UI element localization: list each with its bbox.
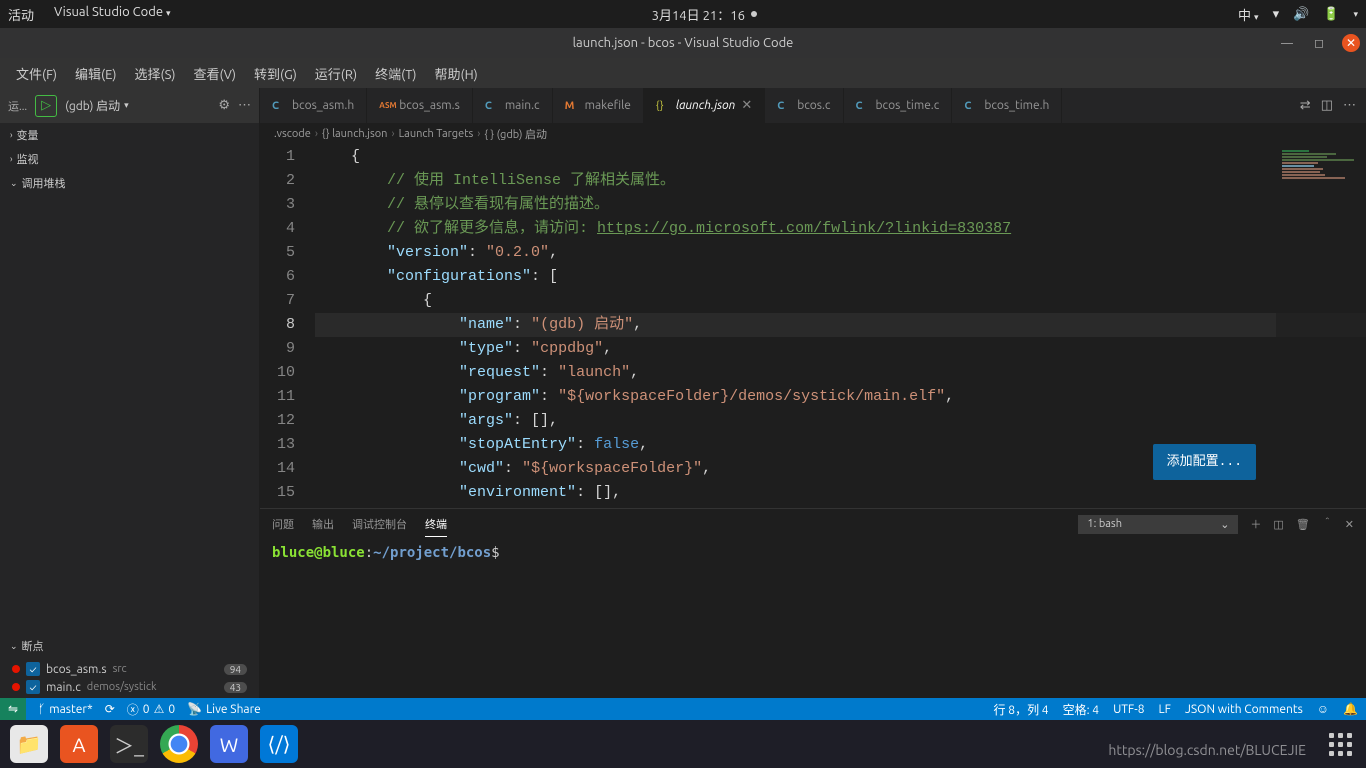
editor-area: Cbcos_asm.hASMbcos_asm.sCmain.cMmakefile… <box>260 88 1366 698</box>
chrome-icon[interactable] <box>160 725 198 763</box>
compare-changes-icon[interactable]: ⇄ <box>1300 98 1311 113</box>
feedback-icon[interactable]: ☺ <box>1317 701 1329 718</box>
git-branch[interactable]: ᚶ master* <box>38 703 93 716</box>
menu-bar: 文件(F)编辑(E)选择(S)查看(V)转到(G)运行(R)终端(T)帮助(H) <box>0 58 1366 88</box>
start-debug-button[interactable]: ▷ <box>35 95 57 117</box>
tab-close-icon[interactable]: ✕ <box>741 98 752 113</box>
tab-problems[interactable]: 问题 <box>272 512 294 536</box>
kill-terminal-button[interactable]: 🗑 <box>1296 518 1310 531</box>
panel-maximize-button[interactable]: ＾ <box>1322 516 1333 532</box>
app-menu[interactable]: Visual Studio Code ▾ <box>54 5 171 24</box>
ubuntu-dock: 📁 A ＞_ W ⟨/⟩ https://blog.csdn.net/BLUCE… <box>0 720 1366 768</box>
debug-config-select[interactable]: (gdb) 启动 ▾ <box>65 97 129 114</box>
menu-item-4[interactable]: 转到(G) <box>246 60 305 87</box>
tab-bcos_asm-h[interactable]: Cbcos_asm.h <box>260 88 367 123</box>
menu-item-7[interactable]: 帮助(H) <box>427 60 486 87</box>
breadcrumb-item[interactable]: .vscode <box>274 128 311 140</box>
menu-item-6[interactable]: 终端(T) <box>367 60 424 87</box>
cursor-position[interactable]: 行 8，列 4 <box>994 701 1049 718</box>
tab-makefile[interactable]: Mmakefile <box>553 88 644 123</box>
remote-indicator[interactable]: ⇋ <box>0 698 26 720</box>
checkbox-icon[interactable]: ✓ <box>26 680 40 694</box>
files-icon[interactable]: 📁 <box>10 725 48 763</box>
minimize-button[interactable]: — <box>1278 34 1296 52</box>
breakpoints-section[interactable]: ⌄断点 <box>0 634 259 658</box>
tab-launch-json[interactable]: {}launch.json ✕ <box>644 88 765 123</box>
new-terminal-button[interactable]: ＋ <box>1250 516 1261 532</box>
breakpoint-item[interactable]: ✓bcos_asm.s src94 <box>8 660 251 678</box>
breadcrumb-item[interactable]: Launch Targets <box>399 128 474 140</box>
language-mode[interactable]: JSON with Comments <box>1185 701 1303 718</box>
bottom-panel: 问题 输出 调试控制台 终端 1: bash⌄ ＋ ◫ 🗑 ＾ ✕ bluce@… <box>260 508 1366 698</box>
breadcrumb-item[interactable]: {} launch.json <box>322 128 388 140</box>
tab-bcos_time-c[interactable]: Cbcos_time.c <box>844 88 953 123</box>
vscode-icon[interactable]: ⟨/⟩ <box>260 725 298 763</box>
add-configuration-button[interactable]: 添加配置... <box>1153 444 1256 480</box>
encoding[interactable]: UTF-8 <box>1113 701 1144 718</box>
code-editor[interactable]: 123456789101112131415 { // 使用 IntelliSen… <box>260 145 1366 508</box>
minimap[interactable] <box>1276 145 1366 508</box>
split-terminal-button[interactable]: ◫ <box>1273 518 1283 531</box>
gnome-top-bar: 活动 Visual Studio Code ▾ 3月14日 21：16 中 ▾ … <box>0 0 1366 28</box>
wps-icon[interactable]: W <box>210 725 248 763</box>
breakpoint-item[interactable]: ✓main.c demos/systick43 <box>8 678 251 696</box>
title-bar: launch.json - bcos - Visual Studio Code … <box>0 28 1366 58</box>
callstack-section[interactable]: ⌄调用堆栈 <box>0 171 259 195</box>
breakpoint-dot-icon <box>12 665 20 673</box>
watch-section[interactable]: ›监视 <box>0 147 259 171</box>
wifi-icon[interactable]: ▾ <box>1273 7 1280 22</box>
show-applications-button[interactable] <box>1329 733 1352 756</box>
debug-sidebar: 运... ▷ (gdb) 启动 ▾ ⚙ ⋯ ›变量 ›监视 ⌄调用堆栈 ⌄断点 … <box>0 88 260 698</box>
menu-item-2[interactable]: 选择(S) <box>127 60 184 87</box>
tab-bcos_time-h[interactable]: Cbcos_time.h <box>952 88 1062 123</box>
breakpoint-dot-icon <box>12 683 20 691</box>
breadcrumb-item[interactable]: { } (gdb) 启动 <box>484 126 547 142</box>
gear-icon[interactable]: ⚙ <box>218 98 230 113</box>
debug-toolbar: 运... ▷ (gdb) 启动 ▾ ⚙ ⋯ <box>0 88 259 123</box>
power-menu[interactable]: ▾ <box>1353 9 1358 20</box>
tab-debug-console[interactable]: 调试控制台 <box>352 512 407 536</box>
maximize-button[interactable]: ◻ <box>1310 34 1328 52</box>
variables-section[interactable]: ›变量 <box>0 123 259 147</box>
status-bar: ⇋ ᚶ master* ⟳ ⓧ 0 ⚠ 0 📡 Live Share 行 8，列… <box>0 698 1366 720</box>
tab-bcos-c[interactable]: Cbcos.c <box>765 88 843 123</box>
problems-indicator[interactable]: ⓧ 0 ⚠ 0 <box>127 701 175 718</box>
eol[interactable]: LF <box>1159 701 1171 718</box>
clock[interactable]: 3月14日 21：16 <box>652 5 745 24</box>
terminal-icon[interactable]: ＞_ <box>110 725 148 763</box>
menu-item-1[interactable]: 编辑(E) <box>67 60 124 87</box>
tab-bcos_asm-s[interactable]: ASMbcos_asm.s <box>367 88 473 123</box>
volume-icon[interactable]: 🔊 <box>1293 7 1309 22</box>
tab-main-c[interactable]: Cmain.c <box>473 88 553 123</box>
tab-output[interactable]: 输出 <box>312 512 334 536</box>
battery-icon[interactable]: 🔋 <box>1323 7 1339 22</box>
breadcrumbs[interactable]: .vscode›{} launch.json›Launch Targets›{ … <box>260 123 1366 145</box>
indentation[interactable]: 空格: 4 <box>1063 701 1099 718</box>
terminal-select[interactable]: 1: bash⌄ <box>1078 515 1238 534</box>
notification-dot-icon <box>751 11 757 17</box>
software-icon[interactable]: A <box>60 725 98 763</box>
checkbox-icon[interactable]: ✓ <box>26 662 40 676</box>
editor-tabs: Cbcos_asm.hASMbcos_asm.sCmain.cMmakefile… <box>260 88 1366 123</box>
window-title: launch.json - bcos - Visual Studio Code <box>573 36 794 50</box>
ime-indicator[interactable]: 中 ▾ <box>1238 5 1259 24</box>
more-icon[interactable]: ⋯ <box>238 98 251 113</box>
terminal-body[interactable]: bluce@bluce:~/project/bcos$ <box>260 539 1366 698</box>
tab-terminal[interactable]: 终端 <box>425 512 447 537</box>
menu-item-5[interactable]: 运行(R) <box>307 60 365 87</box>
more-actions-icon[interactable]: ⋯ <box>1343 98 1356 113</box>
menu-item-0[interactable]: 文件(F) <box>8 60 65 87</box>
close-button[interactable]: ✕ <box>1342 34 1360 52</box>
activities-button[interactable]: 活动 <box>8 5 34 24</box>
menu-item-3[interactable]: 查看(V) <box>186 60 244 87</box>
watermark: https://blog.csdn.net/BLUCEJIE <box>1108 742 1306 758</box>
notifications-icon[interactable]: 🔔 <box>1343 701 1358 718</box>
live-share[interactable]: 📡 Live Share <box>187 702 261 716</box>
chevron-down-icon: ▾ <box>124 100 129 111</box>
panel-close-button[interactable]: ✕ <box>1345 518 1354 531</box>
split-editor-icon[interactable]: ◫ <box>1321 98 1333 113</box>
sync-button[interactable]: ⟳ <box>105 702 115 716</box>
run-label: 运... <box>8 98 27 114</box>
